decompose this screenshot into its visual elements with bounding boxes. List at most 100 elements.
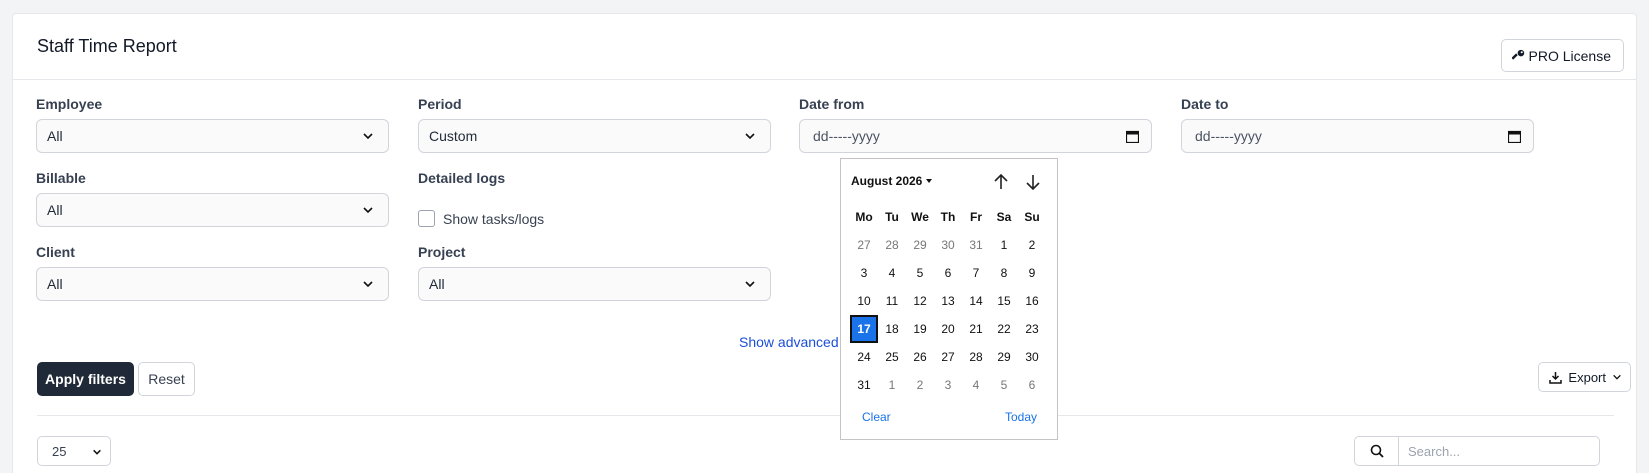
page-title: Staff Time Report bbox=[37, 36, 177, 56]
calendar-day[interactable]: 22 bbox=[990, 315, 1018, 343]
calendar-day[interactable]: 1 bbox=[990, 231, 1018, 259]
calendar-day-outside-month[interactable]: 5 bbox=[990, 371, 1018, 399]
calendar-day-outside-month[interactable]: 31 bbox=[962, 231, 990, 259]
search-icon-box[interactable] bbox=[1354, 436, 1398, 466]
calendar-day[interactable]: 2 bbox=[1018, 231, 1046, 259]
divider bbox=[37, 415, 1614, 416]
calendar-day[interactable]: 14 bbox=[962, 287, 990, 315]
pro-license-label: PRO License bbox=[1528, 47, 1611, 64]
caret-down-icon bbox=[926, 179, 933, 183]
calendar-icon[interactable] bbox=[1126, 130, 1139, 143]
calendar-day[interactable]: 10 bbox=[850, 287, 878, 315]
billable-select[interactable]: All bbox=[36, 193, 389, 227]
calendar-day-outside-month[interactable]: 28 bbox=[878, 231, 906, 259]
date-picker-popup: August 2026 Mo Tu We Th Fr Sa Su 27 28 29 30 31 1 2 3 4… bbox=[840, 158, 1058, 440]
calendar-day[interactable]: 24 bbox=[850, 343, 878, 371]
calendar-clear-button[interactable]: Clear bbox=[862, 410, 891, 424]
calendar-day[interactable]: 6 bbox=[934, 259, 962, 287]
card-header: Staff Time Report PRO License bbox=[13, 14, 1636, 80]
calendar-day[interactable]: 8 bbox=[990, 259, 1018, 287]
calendar-day-outside-month[interactable]: 1 bbox=[878, 371, 906, 399]
show-tasks-checkbox[interactable] bbox=[418, 210, 435, 227]
pro-license-button[interactable]: PRO License bbox=[1500, 39, 1624, 72]
date-to-placeholder: dd-----yyyy bbox=[1195, 128, 1262, 144]
project-select[interactable]: All bbox=[418, 267, 771, 301]
date-from-placeholder: dd-----yyyy bbox=[813, 128, 880, 144]
employee-label: Employee bbox=[36, 96, 103, 112]
month-year-label: August 2026 bbox=[851, 174, 923, 188]
calendar-day[interactable]: 26 bbox=[906, 343, 934, 371]
apply-filters-button[interactable]: Apply filters bbox=[37, 362, 134, 396]
calendar-day[interactable]: 21 bbox=[962, 315, 990, 343]
calendar-day[interactable]: 9 bbox=[1018, 259, 1046, 287]
weekday-header: Tu bbox=[885, 210, 899, 224]
project-value: All bbox=[429, 276, 445, 292]
show-tasks-checkbox-row[interactable]: Show tasks/logs bbox=[418, 210, 544, 227]
search-group: Search... bbox=[1354, 436, 1600, 466]
billable-label: Billable bbox=[36, 170, 86, 186]
calendar-day-outside-month[interactable]: 4 bbox=[962, 371, 990, 399]
date-to-label: Date to bbox=[1181, 96, 1229, 112]
arrow-up-icon[interactable] bbox=[992, 173, 1010, 191]
calendar-day-outside-month[interactable]: 30 bbox=[934, 231, 962, 259]
employee-select[interactable]: All bbox=[36, 119, 389, 153]
arrow-down-icon[interactable] bbox=[1024, 173, 1042, 191]
calendar-day[interactable]: 13 bbox=[934, 287, 962, 315]
calendar-today-button[interactable]: Today bbox=[1005, 410, 1037, 424]
chevron-down-icon bbox=[363, 133, 373, 140]
calendar-day[interactable]: 19 bbox=[906, 315, 934, 343]
detailed-logs-label: Detailed logs bbox=[418, 170, 506, 186]
calendar-day-outside-month[interactable]: 2 bbox=[906, 371, 934, 399]
date-from-input[interactable]: dd-----yyyy bbox=[799, 119, 1152, 153]
client-select[interactable]: All bbox=[36, 267, 389, 301]
weekday-header: Th bbox=[940, 210, 956, 224]
calendar-day[interactable]: 29 bbox=[990, 343, 1018, 371]
show-advanced-link[interactable]: Show advanced bbox=[739, 334, 839, 350]
calendar-day[interactable]: 30 bbox=[1018, 343, 1046, 371]
month-year-selector[interactable]: August 2026 bbox=[851, 174, 933, 188]
page-size-select[interactable]: 25 bbox=[37, 436, 111, 466]
chevron-down-icon bbox=[1613, 374, 1621, 380]
calendar-day[interactable]: 20 bbox=[934, 315, 962, 343]
search-input[interactable]: Search... bbox=[1398, 436, 1600, 466]
period-label: Period bbox=[418, 96, 462, 112]
billable-value: All bbox=[47, 202, 63, 218]
project-label: Project bbox=[418, 244, 466, 260]
key-icon bbox=[1511, 49, 1524, 60]
weekday-header: We bbox=[911, 210, 929, 224]
calendar-day[interactable]: 27 bbox=[934, 343, 962, 371]
client-value: All bbox=[47, 276, 63, 292]
calendar-day[interactable]: 3 bbox=[850, 259, 878, 287]
page-size-value: 25 bbox=[52, 443, 67, 459]
calendar-day[interactable]: 16 bbox=[1018, 287, 1046, 315]
calendar-grid: Mo Tu We Th Fr Sa Su 27 28 29 30 31 1 2 3 4 5 6 7 8 9 10 11 12 1… bbox=[850, 203, 1046, 399]
calendar-day[interactable]: 25 bbox=[878, 343, 906, 371]
date-to-input[interactable]: dd-----yyyy bbox=[1181, 119, 1534, 153]
calendar-day-outside-month[interactable]: 6 bbox=[1018, 371, 1046, 399]
calendar-day[interactable]: 12 bbox=[906, 287, 934, 315]
weekday-header: Su bbox=[1024, 210, 1040, 224]
calendar-day[interactable]: 15 bbox=[990, 287, 1018, 315]
calendar-day[interactable]: 18 bbox=[878, 315, 906, 343]
show-tasks-label[interactable]: Show tasks/logs bbox=[443, 211, 544, 227]
calendar-day[interactable]: 23 bbox=[1018, 315, 1046, 343]
export-label: Export bbox=[1568, 369, 1606, 385]
calendar-day[interactable]: 4 bbox=[878, 259, 906, 287]
calendar-day[interactable]: 5 bbox=[906, 259, 934, 287]
reset-button[interactable]: Reset bbox=[138, 362, 195, 396]
weekday-header: Sa bbox=[996, 210, 1012, 224]
chevron-down-icon bbox=[745, 281, 755, 288]
calendar-day[interactable]: 11 bbox=[878, 287, 906, 315]
calendar-day-outside-month[interactable]: 3 bbox=[934, 371, 962, 399]
calendar-day[interactable]: 7 bbox=[962, 259, 990, 287]
calendar-day-outside-month[interactable]: 29 bbox=[906, 231, 934, 259]
calendar-icon[interactable] bbox=[1508, 130, 1521, 143]
period-select[interactable]: Custom bbox=[418, 119, 771, 153]
export-button[interactable]: Export bbox=[1538, 362, 1631, 392]
calendar-day[interactable]: 31 bbox=[850, 371, 878, 399]
calendar-day[interactable]: 28 bbox=[962, 343, 990, 371]
download-icon bbox=[1549, 371, 1563, 384]
calendar-day-outside-month[interactable]: 27 bbox=[850, 231, 878, 259]
calendar-day[interactable]: 17 bbox=[850, 315, 878, 343]
chevron-down-icon bbox=[363, 207, 373, 214]
